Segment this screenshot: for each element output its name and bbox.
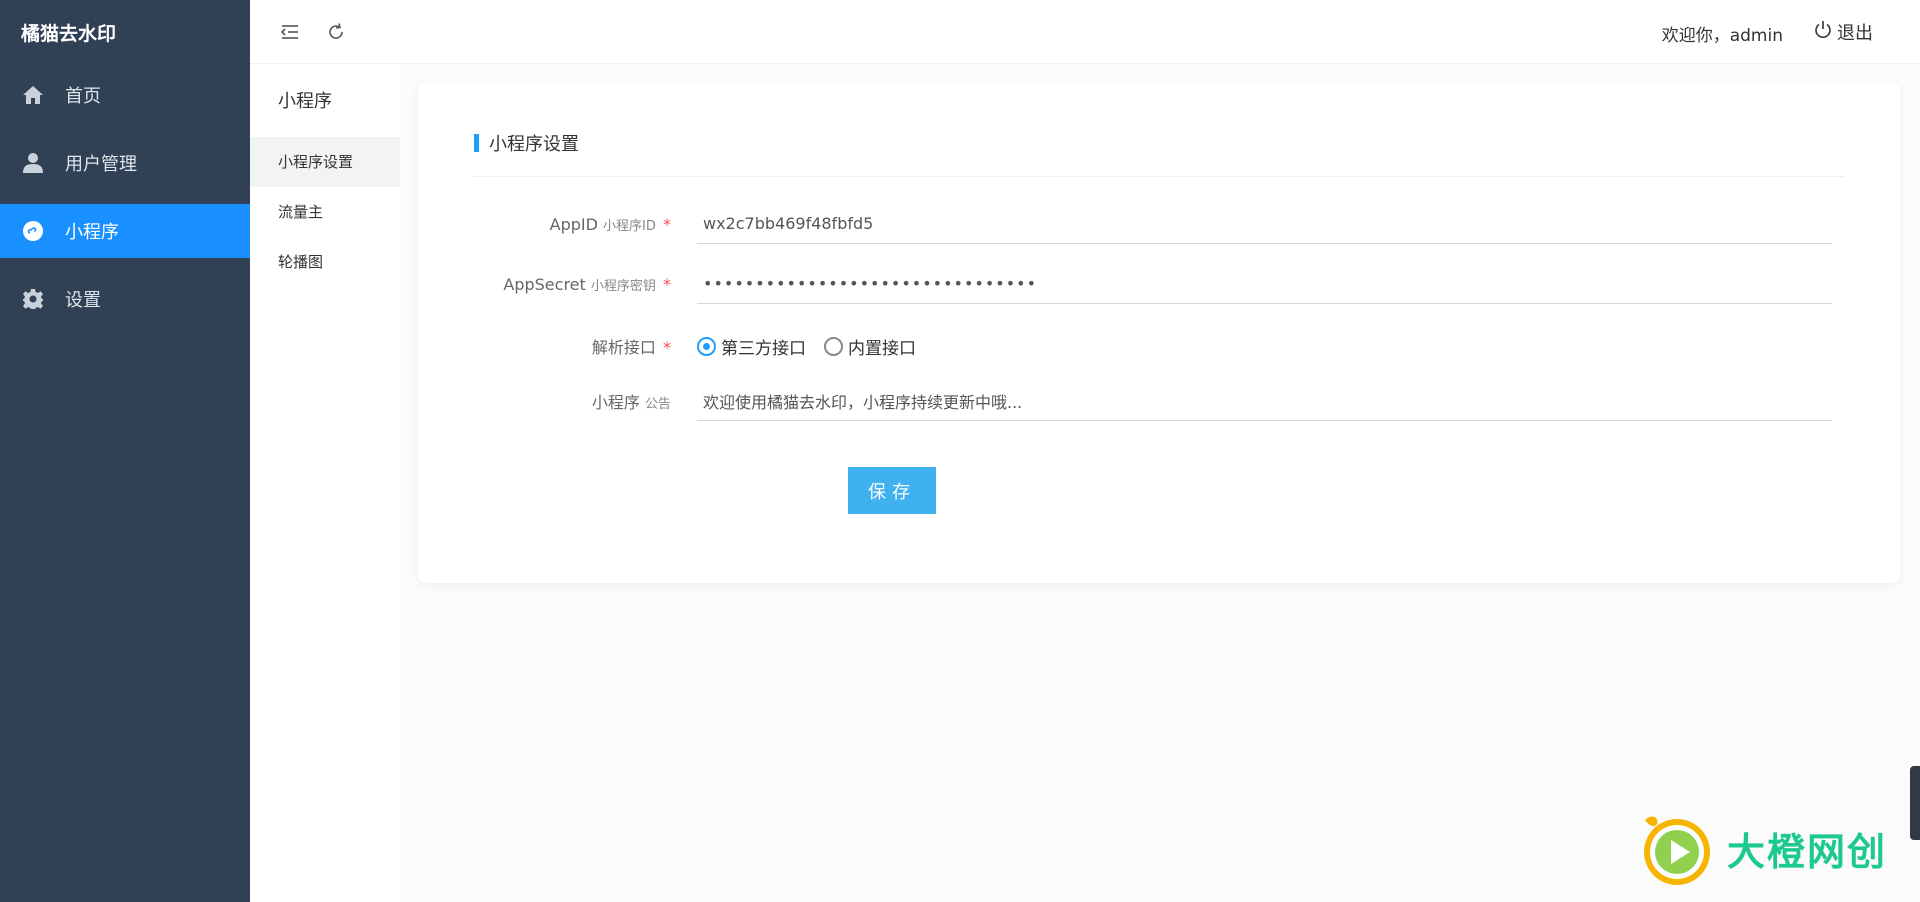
radio-label: 内置接口 (848, 338, 916, 359)
sidebar-item-users[interactable]: 用户管理 (0, 136, 250, 190)
sidebar-item-label: 设置 (65, 290, 101, 311)
divider (474, 176, 1844, 177)
sidebar-item-label: 首页 (65, 86, 101, 107)
logout-label: 退出 (1837, 23, 1873, 44)
sidebar-item-label: 小程序 (65, 222, 119, 243)
api-row: 解析接口 * 第三方接口 内置接口 (474, 324, 1832, 368)
watermark-text: 大橙网创 (1727, 829, 1888, 874)
sidebar-item-home[interactable]: 首页 (0, 68, 250, 122)
title-accent-bar (474, 134, 479, 152)
appsecret-field[interactable] (697, 264, 1832, 304)
subnav-item-settings[interactable]: 小程序设置 (250, 137, 400, 187)
appsecret-label-main: AppSecret (503, 274, 586, 294)
top-header: 欢迎你，admin 退出 (250, 0, 1920, 64)
required-mark: * (663, 338, 671, 357)
sidebar: 橘猫去水印 首页 用户管理 小程序 设置 (0, 0, 250, 902)
radio-checked-icon (697, 336, 716, 356)
subnav-title: 小程序 (278, 91, 332, 112)
menu-collapse-icon[interactable] (278, 20, 302, 44)
appid-label-main: AppID (549, 214, 598, 234)
radio-builtin[interactable]: 内置接口 (824, 334, 916, 359)
app-title: 橘猫去水印 (21, 23, 117, 45)
notice-field[interactable] (697, 381, 1832, 421)
api-radio-group: 第三方接口 内置接口 (697, 334, 934, 359)
api-label: 解析接口 * (474, 334, 697, 358)
subnav-item-carousel[interactable]: 轮播图 (250, 237, 400, 287)
appid-field[interactable] (697, 204, 1832, 244)
appid-label: AppID 小程序ID * (474, 215, 697, 234)
edge-side-tab[interactable] (1910, 766, 1920, 840)
notice-label-sub: 公告 (644, 397, 671, 412)
welcome-text: 欢迎你，admin (1661, 26, 1783, 46)
user-icon (21, 151, 45, 175)
logout-button[interactable]: 退出 (1813, 19, 1873, 45)
notice-row: 小程序 公告 (474, 379, 1832, 423)
gear-icon (21, 287, 45, 311)
card-title: 小程序设置 (474, 130, 579, 156)
save-button[interactable]: 保存 (848, 467, 936, 514)
card-title-text: 小程序设置 (489, 134, 579, 155)
radio-third-party[interactable]: 第三方接口 (697, 334, 806, 359)
sidebar-item-label: 用户管理 (65, 154, 137, 175)
sidebar-item-settings[interactable]: 设置 (0, 272, 250, 326)
required-mark: * (663, 274, 671, 294)
refresh-icon[interactable] (324, 20, 348, 44)
required-mark: * (663, 214, 671, 234)
api-label-main: 解析接口 (591, 338, 656, 357)
notice-label-main: 小程序 (591, 393, 640, 412)
radio-label: 第三方接口 (721, 338, 806, 359)
power-icon (1813, 20, 1837, 45)
notice-label: 小程序 公告 (474, 389, 697, 413)
radio-unchecked-icon (824, 336, 843, 356)
appsecret-row: AppSecret 小程序密钥 * (474, 262, 1832, 306)
home-icon (21, 83, 45, 107)
watermark-logo-icon (1644, 816, 1710, 885)
subnav-item-traffic[interactable]: 流量主 (250, 187, 400, 237)
sidebar-item-miniprogram[interactable]: 小程序 (0, 204, 250, 258)
settings-card: 小程序设置 AppID 小程序ID * AppSecret 小程序密钥 * 解析… (418, 83, 1900, 583)
appid-row: AppID 小程序ID * (474, 202, 1832, 246)
miniprogram-icon (21, 219, 45, 243)
watermark: 大橙网创 (1635, 808, 1887, 888)
secondary-nav: 小程序 小程序设置 流量主 轮播图 (250, 65, 400, 902)
appsecret-label: AppSecret 小程序密钥 * (474, 275, 697, 294)
appsecret-label-sub: 小程序密钥 (590, 278, 656, 294)
appid-label-sub: 小程序ID (603, 218, 656, 234)
main-content: 小程序设置 AppID 小程序ID * AppSecret 小程序密钥 * 解析… (400, 65, 1920, 902)
